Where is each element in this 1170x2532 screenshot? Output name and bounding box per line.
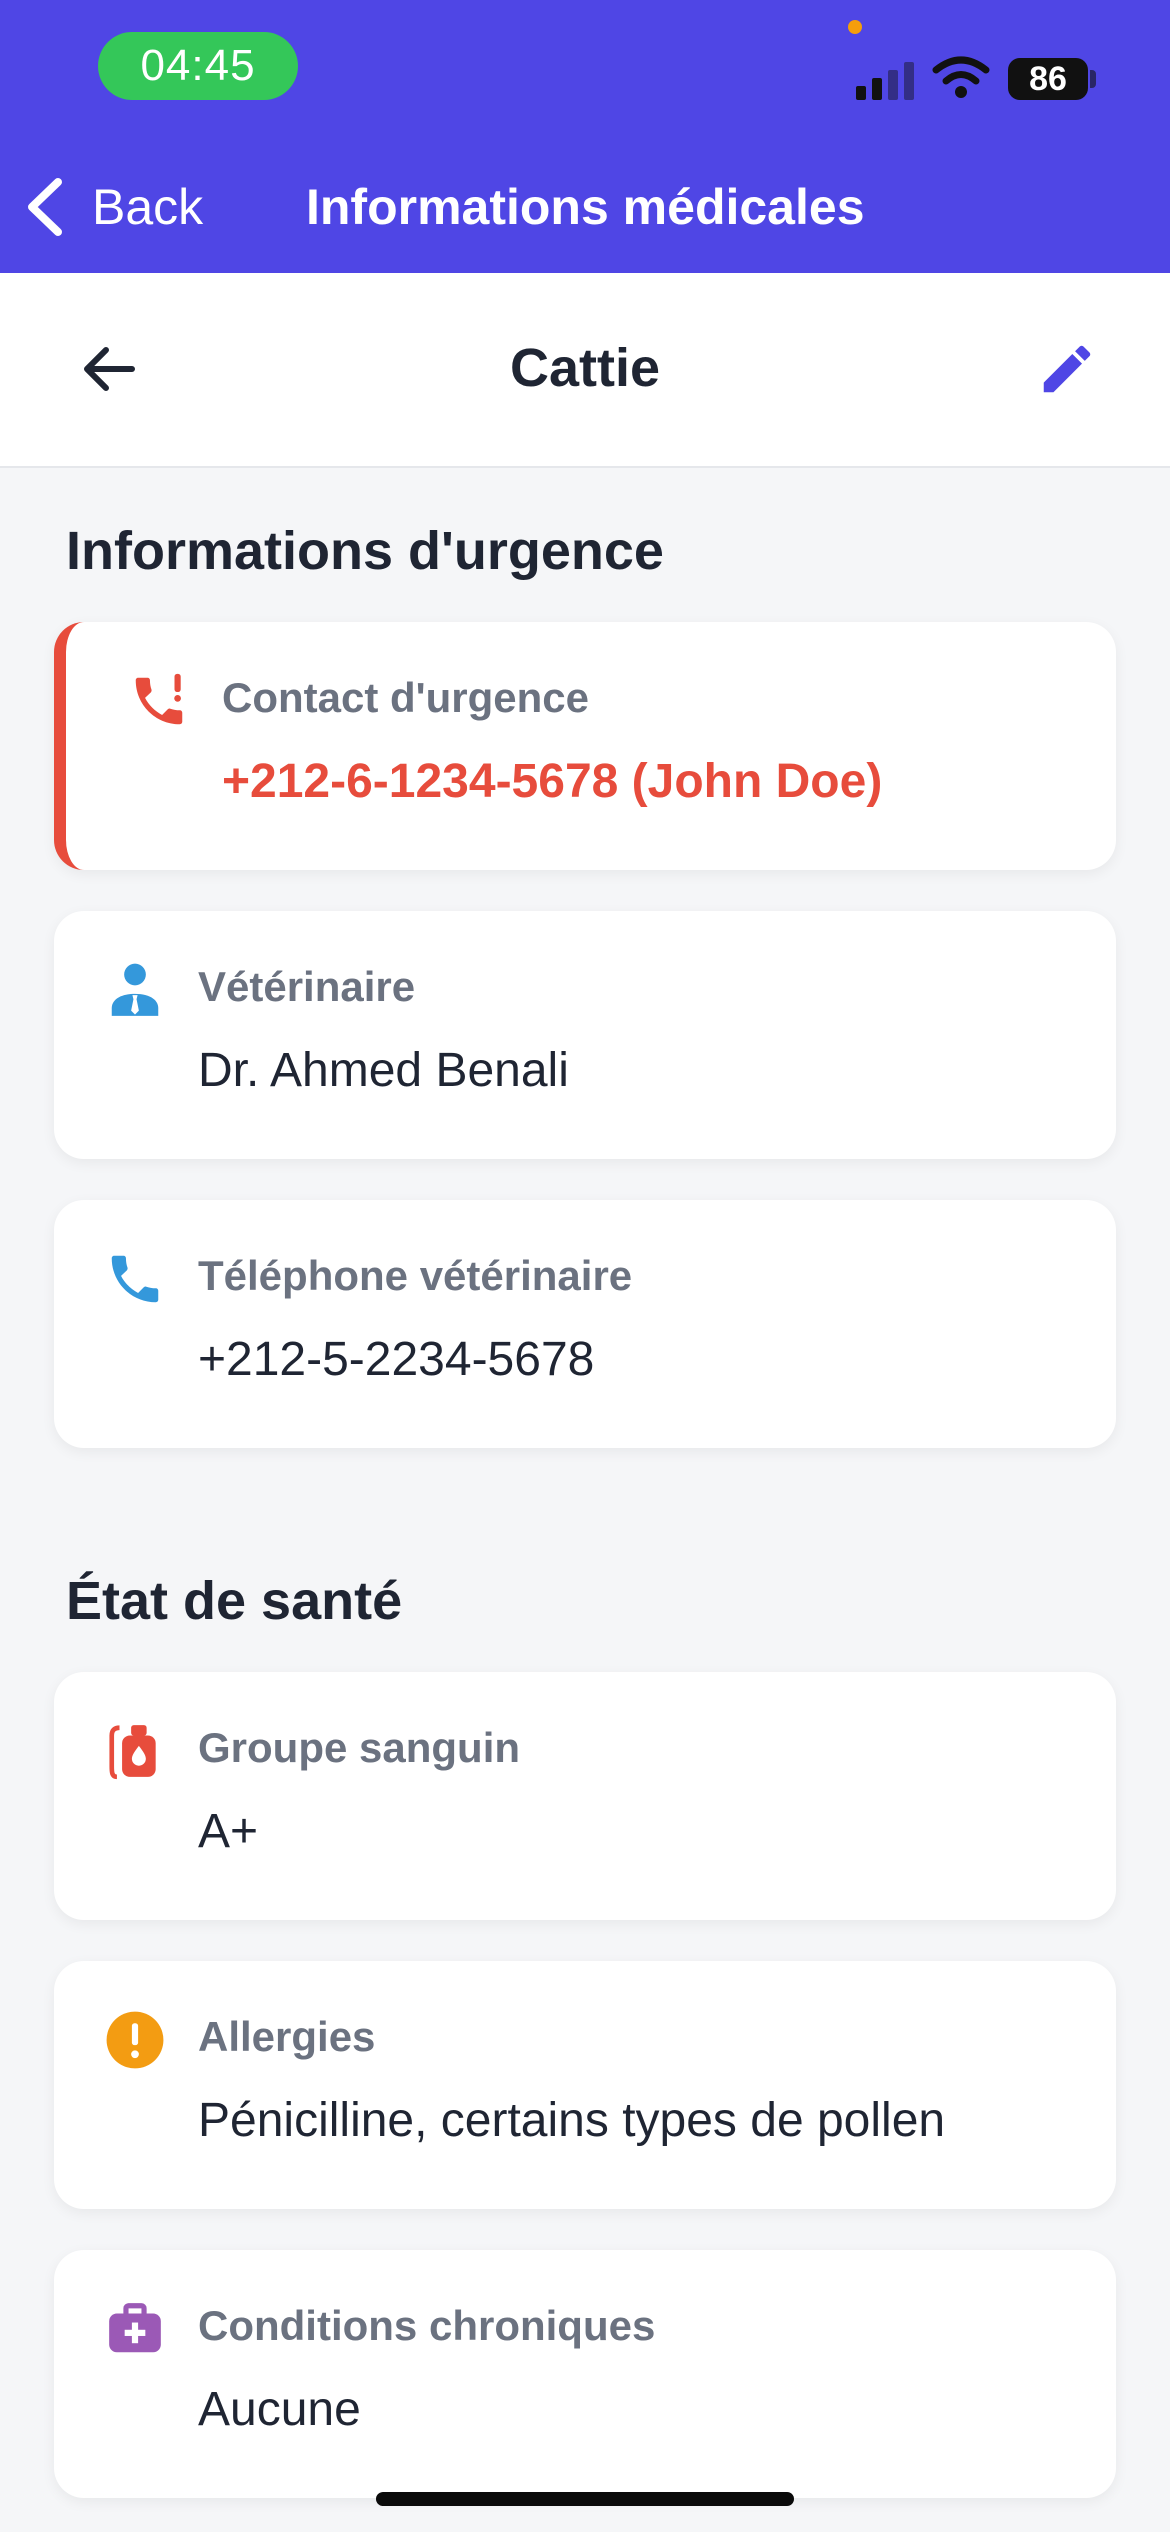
battery-level: 86 (1008, 58, 1088, 100)
status-time: 04:45 (98, 32, 298, 100)
veterinarian-value: Dr. Ahmed Benali (198, 1044, 569, 1097)
pencil-edit-icon[interactable] (1036, 338, 1098, 400)
emergency-contact-card[interactable]: Contact d'urgence +212-6-1234-5678 (John… (54, 622, 1116, 870)
chevron-left-icon (28, 178, 62, 236)
back-label: Back (92, 179, 204, 235)
phone-icon (104, 1248, 166, 1310)
wifi-icon (932, 56, 990, 100)
blood-group-value: A+ (198, 1805, 259, 1858)
section-title-sante: État de santé (66, 1571, 403, 1631)
emergency-contact-value: +212-6-1234-5678 (John Doe) (222, 755, 883, 808)
blood-group-card[interactable]: Groupe sanguin A+ (54, 1672, 1116, 1920)
allergies-value: Pénicilline, certains types de pollen (198, 2094, 946, 2147)
pet-name-title: Cattie (509, 338, 661, 398)
blood-group-label: Groupe sanguin (198, 1724, 521, 1771)
blood-bag-icon (104, 1720, 166, 1782)
battery-tip (1090, 70, 1096, 88)
home-indicator[interactable] (376, 2492, 794, 2506)
nav-title: Informations médicales (306, 179, 865, 235)
vet-phone-card[interactable]: Téléphone vétérinaire +212-5-2234-5678 (54, 1200, 1116, 1448)
medical-bag-icon (104, 2298, 166, 2360)
chronic-conditions-card[interactable]: Conditions chroniques Aucune (54, 2250, 1116, 2498)
vet-phone-value: +212-5-2234-5678 (198, 1333, 595, 1386)
vet-phone-label: Téléphone vétérinaire (198, 1252, 633, 1299)
allergies-card[interactable]: Allergies Pénicilline, certains types de… (54, 1961, 1116, 2209)
back-button[interactable]: Back (24, 172, 203, 242)
section-title-urgence: Informations d'urgence (66, 521, 664, 581)
allergies-label: Allergies (198, 2013, 376, 2060)
veterinarian-card[interactable]: Vétérinaire Dr. Ahmed Benali (54, 911, 1116, 1159)
warning-icon (104, 2009, 166, 2071)
emergency-contact-label: Contact d'urgence (222, 674, 590, 721)
chronic-conditions-label: Conditions chroniques (198, 2302, 656, 2349)
mic-indicator-dot (848, 20, 862, 34)
cellular-signal-icon (856, 60, 914, 100)
chronic-conditions-value: Aucune (198, 2383, 361, 2436)
veterinarian-label: Vétérinaire (198, 963, 416, 1010)
doctor-icon (104, 959, 166, 1021)
emergency-phone-icon (128, 670, 190, 732)
